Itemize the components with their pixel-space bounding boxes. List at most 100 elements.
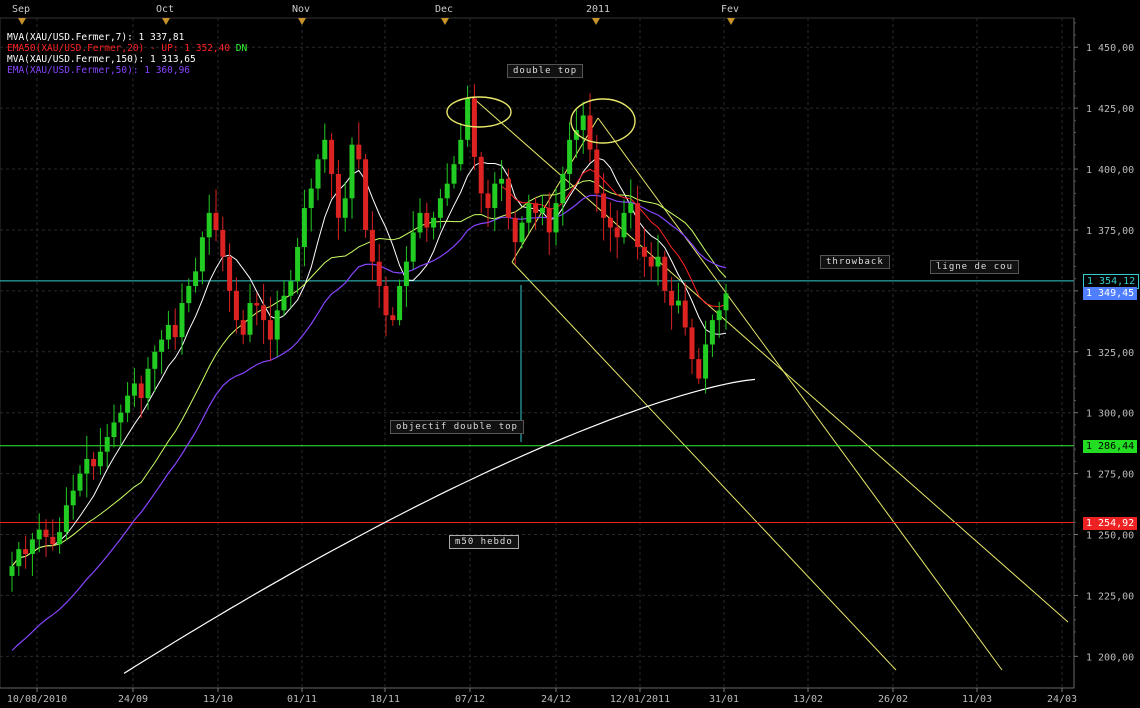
candle-body-73 <box>505 178 511 218</box>
candle-body-8 <box>63 505 69 533</box>
y-tick-label-4: 1 300,00 <box>1086 409 1134 420</box>
candle-body-77 <box>533 203 539 213</box>
candle-body-41 <box>288 281 294 296</box>
candle-body-60 <box>417 212 423 233</box>
candle-body-46 <box>322 139 328 160</box>
y-tick-label-9: 1 425,00 <box>1086 104 1134 115</box>
candle-body-81 <box>560 173 566 204</box>
candle-body-93 <box>641 247 647 257</box>
x-tick-label-11: 11/03 <box>962 694 992 705</box>
candle-body-25 <box>179 303 185 338</box>
annotation-ligne-de-cou[interactable]: ligne de cou <box>930 260 1020 274</box>
x-tick-label-10: 26/02 <box>878 694 908 705</box>
candle-body-86 <box>594 149 600 194</box>
candle-body-24 <box>172 324 178 338</box>
candle-body-62 <box>431 217 437 228</box>
candle-body-13 <box>97 451 103 467</box>
candle-body-84 <box>580 115 586 131</box>
period-label-4: 2011 <box>586 4 610 15</box>
y-axis: 1 200,00 1 225,00 1 250,00 1 275,00 1 300,00… <box>1073 18 1134 688</box>
period-label-5: Fev <box>721 4 739 15</box>
candle-body-72 <box>499 178 505 184</box>
y-tick-label-10: 1 450,00 <box>1086 43 1134 54</box>
candle-body-37 <box>261 305 267 321</box>
legend-item-2: MVA(XAU/USD.Fermer,150): 1 313,65 <box>7 54 196 65</box>
candle-body-3 <box>29 539 35 554</box>
candle-body-74 <box>512 217 518 243</box>
legend-extra-1: DN <box>230 43 248 54</box>
candle-body-14 <box>104 437 110 452</box>
candle-body-0 <box>9 566 15 576</box>
price-tag-1: 1 349,45 <box>1083 287 1138 301</box>
candle-body-97 <box>669 290 675 306</box>
legend-text-2: MVA(XAU/USD.Fermer,150): 1 313,65 <box>7 54 196 65</box>
candle-body-90 <box>621 212 627 238</box>
x-tick-label-12: 24/03 <box>1047 694 1077 705</box>
candle-body-21 <box>152 351 158 369</box>
candle-body-91 <box>628 203 634 213</box>
candle-body-92 <box>635 203 641 248</box>
candle-body-66 <box>458 139 464 165</box>
candle-body-19 <box>138 383 144 399</box>
candle-body-11 <box>84 458 90 474</box>
candle-body-28 <box>199 237 205 272</box>
annotation-double-top[interactable]: double top <box>507 64 584 78</box>
candle-body-100 <box>689 327 695 360</box>
period-label-3: Dec <box>435 4 453 15</box>
candle-body-65 <box>451 164 457 184</box>
candle-body-26 <box>186 286 192 304</box>
candle-body-49 <box>342 198 348 218</box>
candle-body-63 <box>437 198 443 218</box>
annotation-throwback[interactable]: throwback <box>820 255 890 269</box>
y-tick-label-0: 1 200,00 <box>1086 652 1134 663</box>
candle-body-55 <box>383 286 389 316</box>
candle-body-51 <box>356 144 362 160</box>
candle-body-36 <box>254 303 260 306</box>
y-tick-label-1: 1 225,00 <box>1086 591 1134 602</box>
price-tag-2: 1 286,44 <box>1083 439 1138 453</box>
candle-body-82 <box>567 139 573 174</box>
legend-text-1: EMA50(XAU/USD.Fermer,20) - UP: 1 352,40 <box>7 43 231 54</box>
period-label-0: Sep <box>12 4 30 15</box>
x-axis: 10/08/2010 24/09 13/10 01/11 18/11 07/12 24/12… <box>0 687 1077 705</box>
period-label-2: Nov <box>292 4 310 15</box>
candle-body-79 <box>546 208 552 233</box>
candle-body-22 <box>159 339 165 352</box>
candle-body-9 <box>70 490 76 506</box>
price-chart[interactable]: 1 200,00 1 225,00 1 250,00 1 275,00 1 300,00… <box>0 0 1140 708</box>
candle-body-34 <box>240 320 246 335</box>
candle-body-105 <box>723 293 729 311</box>
x-tick-label-4: 18/11 <box>370 694 400 705</box>
candle-body-52 <box>363 159 369 230</box>
candle-body-48 <box>335 173 341 218</box>
annotation-objectif-double-top[interactable]: objectif double top <box>390 420 524 434</box>
x-tick-label-6: 24/12 <box>541 694 571 705</box>
x-tick-label-1: 24/09 <box>118 694 148 705</box>
legend-text-3: EMA(XAU/USD.Fermer,50): 1 360,96 <box>7 65 191 76</box>
x-tick-label-2: 13/10 <box>203 694 233 705</box>
candle-body-31 <box>220 229 226 257</box>
candle-body-33 <box>233 290 239 321</box>
x-tick-label-9: 13/02 <box>793 694 823 705</box>
y-tick-label-5: 1 325,00 <box>1086 348 1134 359</box>
candle-body-45 <box>315 159 321 189</box>
candle-body-7 <box>57 532 63 545</box>
candle-body-20 <box>145 368 151 399</box>
candle-body-47 <box>329 139 335 174</box>
candle-body-16 <box>118 412 124 423</box>
candle-body-39 <box>274 310 280 340</box>
candle-body-32 <box>227 256 233 291</box>
candle-body-70 <box>485 193 491 209</box>
x-tick-label-3: 01/11 <box>287 694 317 705</box>
candle-body-58 <box>403 261 409 286</box>
candle-body-29 <box>206 212 212 238</box>
candle-body-44 <box>308 188 314 209</box>
legend-item-0: MVA(XAU/USD.Fermer,7): 1 337,81 <box>7 32 184 43</box>
y-tick-label-8: 1 400,00 <box>1086 165 1134 176</box>
candle-body-40 <box>281 295 287 311</box>
annotation-m50-hebdo[interactable]: m50 hebdo <box>449 535 519 549</box>
price-tag-3: 1 254,92 <box>1083 516 1138 530</box>
candle-body-80 <box>553 203 559 233</box>
candle-body-35 <box>247 303 253 335</box>
candle-body-43 <box>301 208 307 248</box>
